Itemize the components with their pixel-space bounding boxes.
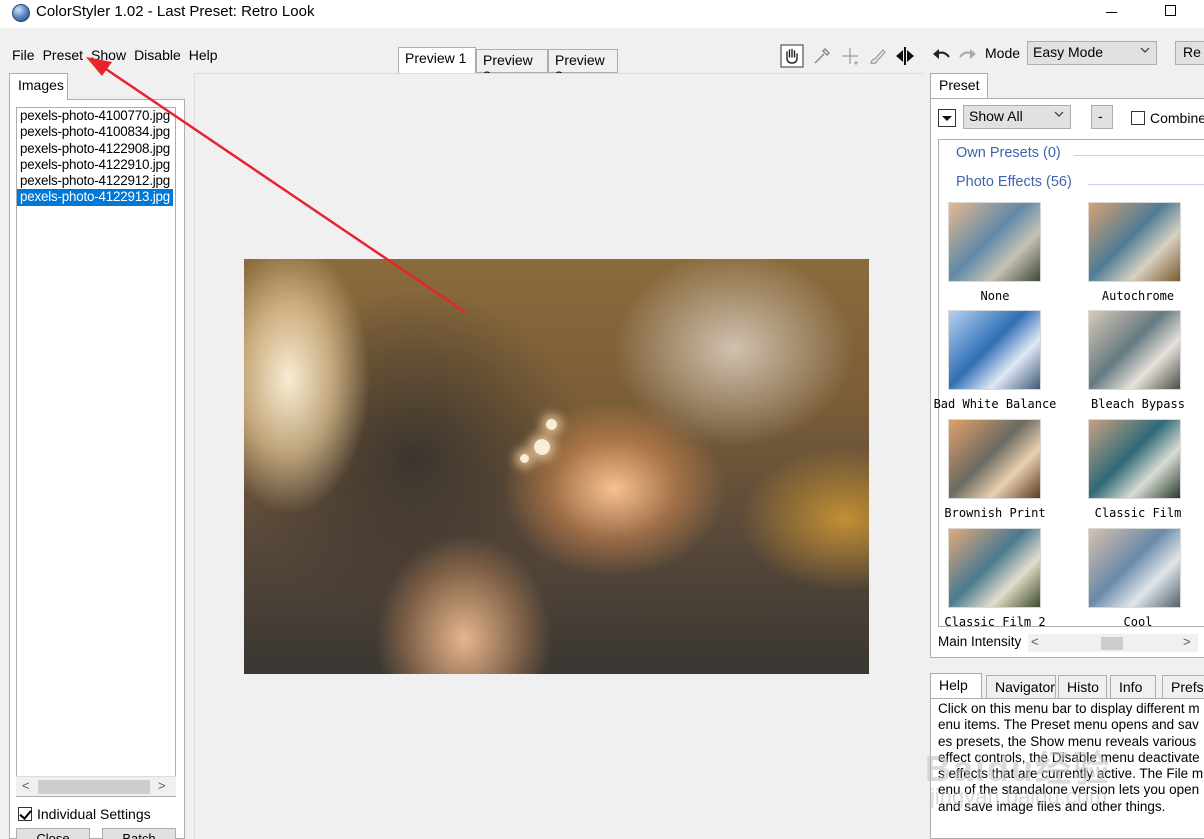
photo-effects-heading[interactable]: Photo Effects (56) (956, 174, 1072, 190)
section-divider (1074, 155, 1204, 156)
chevron-down-icon (1140, 47, 1150, 53)
title-bar: ColorStyler 1.02 - Last Preset: Retro Lo… (0, 0, 1204, 28)
main-intensity-label: Main Intensity (938, 634, 1022, 649)
list-item-selected[interactable]: pexels-photo-4122913.jpg (17, 189, 173, 206)
light-bokeh (534, 439, 550, 455)
combine-row[interactable]: Combine (1131, 110, 1204, 126)
tab-preset[interactable]: Preset (930, 73, 988, 99)
preset-thumbnail[interactable] (948, 202, 1041, 282)
menu-disable[interactable]: Disable (134, 47, 187, 67)
section-divider (1088, 184, 1204, 185)
slider-right-icon[interactable]: > (1183, 634, 1191, 649)
list-item[interactable]: pexels-photo-4122910.jpg (17, 157, 175, 173)
tab-histo[interactable]: Histo (1058, 675, 1107, 699)
batch-button[interactable]: Batch (102, 828, 176, 839)
app-logo-icon (12, 4, 30, 22)
preset-label[interactable]: None (925, 289, 1065, 303)
window-title: ColorStyler 1.02 - Last Preset: Retro Lo… (36, 3, 315, 20)
preset-options-dropdown[interactable] (938, 109, 956, 127)
preset-label[interactable]: Brownish Print (925, 506, 1065, 520)
individual-settings-label: Individual Settings (37, 806, 151, 822)
scroll-left-icon[interactable]: < (22, 778, 30, 793)
tab-preview-3[interactable]: Preview 3 (548, 49, 618, 84)
mode-select[interactable]: Easy Mode (1027, 41, 1157, 65)
preset-filter-value: Show All (969, 108, 1023, 124)
preset-thumbnail[interactable] (1088, 202, 1181, 282)
preset-thumbnail[interactable] (948, 528, 1041, 608)
list-item[interactable]: pexels-photo-4100770.jpg (17, 108, 175, 124)
tab-prefs[interactable]: Prefs (1162, 675, 1204, 699)
individual-settings-row[interactable]: Individual Settings (18, 805, 151, 823)
individual-settings-checkbox[interactable] (18, 807, 32, 821)
reset-button[interactable]: Re (1175, 41, 1204, 65)
combine-label: Combine (1150, 110, 1204, 126)
preset-label[interactable]: Cool (1068, 615, 1204, 629)
menu-help[interactable]: Help (189, 47, 224, 67)
hand-icon[interactable] (780, 44, 804, 68)
mode-label: Mode (985, 45, 1021, 61)
split-view-icon[interactable] (893, 44, 917, 68)
slider-thumb[interactable] (1101, 637, 1123, 650)
triangle-down-icon (942, 116, 952, 121)
preset-label[interactable]: Bad White Balance (925, 397, 1065, 411)
own-presets-heading[interactable]: Own Presets (0) (956, 145, 1061, 161)
list-item[interactable]: pexels-photo-4122908.jpg (17, 141, 175, 157)
preset-label[interactable]: Autochrome (1068, 289, 1204, 303)
slider-left-icon[interactable]: < (1031, 634, 1039, 649)
preset-thumbnail[interactable] (948, 310, 1041, 390)
tab-preview-2[interactable]: Preview 2 (476, 49, 548, 84)
menu-show[interactable]: Show (91, 47, 132, 67)
chevron-down-icon (1054, 111, 1064, 117)
mode-select-value: Easy Mode (1033, 44, 1104, 60)
image-file-list[interactable]: pexels-photo-4100770.jpg pexels-photo-41… (16, 107, 176, 797)
main-intensity-slider[interactable]: < > (1028, 634, 1198, 652)
light-bokeh (520, 454, 529, 463)
brush-icon[interactable] (866, 44, 890, 68)
close-button[interactable]: Close (16, 828, 90, 839)
watermark-url: jingyan.baidu.com (930, 784, 1108, 809)
preset-filter-select[interactable]: Show All (963, 105, 1071, 129)
tab-info[interactable]: Info (1110, 675, 1156, 699)
tab-images[interactable]: Images (9, 73, 68, 100)
combine-checkbox[interactable] (1131, 111, 1145, 125)
list-item[interactable]: pexels-photo-4100834.jpg (17, 124, 175, 140)
minus-button[interactable]: - (1091, 105, 1113, 129)
list-item[interactable]: pexels-photo-4122912.jpg (17, 173, 175, 189)
preset-thumbnail[interactable] (1088, 528, 1181, 608)
scroll-right-icon[interactable]: > (158, 778, 166, 793)
preset-label[interactable]: Classic Film 2 (925, 615, 1065, 629)
preset-thumbnail[interactable] (948, 419, 1041, 499)
preset-thumbnail[interactable] (1088, 310, 1181, 390)
menu-bar: File Preset Show Disable Help (12, 47, 226, 67)
preset-label[interactable]: Bleach Bypass (1068, 397, 1204, 411)
eyedropper-icon[interactable] (810, 44, 834, 68)
maximize-icon[interactable] (1165, 5, 1176, 16)
menu-file[interactable]: File (12, 47, 41, 67)
tab-navigator[interactable]: Navigator (986, 675, 1056, 699)
minimize-icon[interactable] (1106, 12, 1117, 13)
tab-preview-1[interactable]: Preview 1 (398, 47, 476, 73)
crosshair-icon[interactable] (838, 44, 862, 68)
redo-icon[interactable] (955, 44, 979, 68)
preview-photo[interactable] (244, 259, 869, 674)
tab-help[interactable]: Help (930, 673, 982, 699)
preset-label[interactable]: Classic Film (1068, 506, 1204, 520)
file-list-horizontal-scrollbar[interactable]: < > (16, 776, 176, 796)
preset-thumbnail[interactable] (1088, 419, 1181, 499)
menu-preset[interactable]: Preset (43, 47, 89, 67)
light-bokeh (546, 419, 557, 430)
scrollbar-thumb[interactable] (38, 780, 150, 794)
undo-icon[interactable] (930, 44, 954, 68)
